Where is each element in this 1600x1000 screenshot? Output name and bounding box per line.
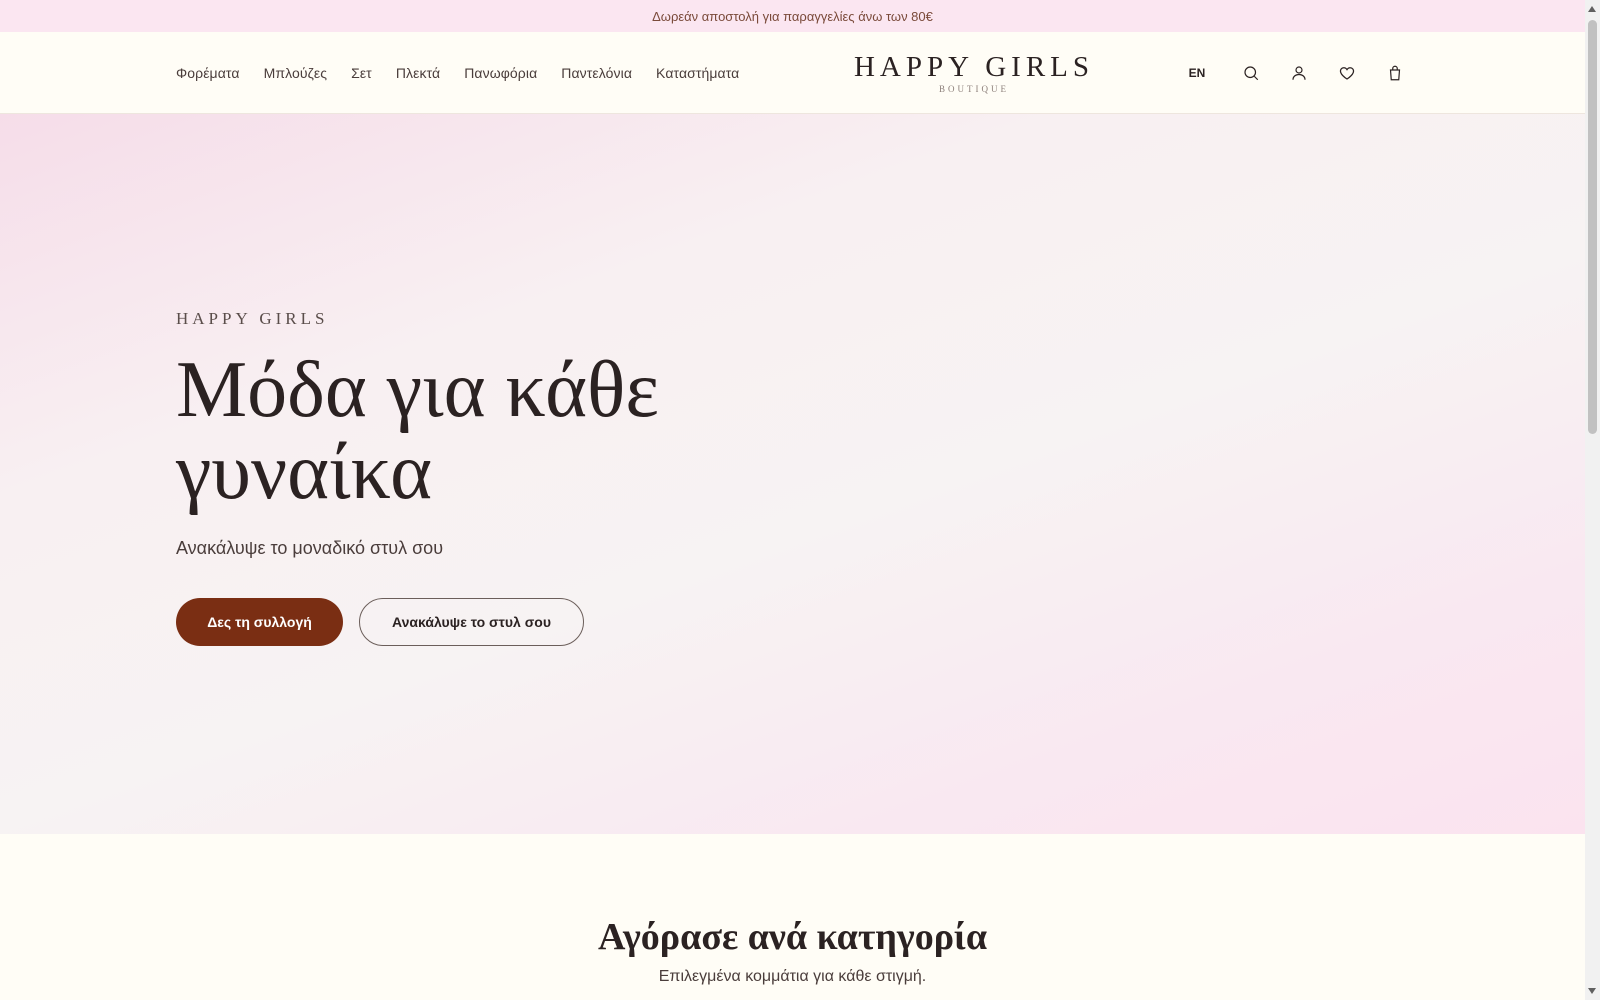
hero-title-line-2: γυναίκα [176, 428, 433, 516]
hero-subtitle: Ανακάλυψε το μοναδικό στυλ σου [176, 538, 444, 558]
announcement-bar: Δωρεάν αποστολή για παραγγελίες άνω των … [0, 0, 1585, 32]
logo-tagline: BOUTIQUE [939, 84, 1009, 94]
nav-item-stores[interactable]: Καταστήματα [656, 65, 739, 81]
hero-title: Μόδα για κάθε γυναίκα [176, 349, 876, 513]
categories-subtitle: Επιλεγμένα κομμάτια για κάθε στιγμή. [658, 968, 927, 985]
hero-title-line-1: Μόδα για κάθε [176, 346, 659, 434]
account-icon[interactable] [1288, 62, 1310, 84]
bag-icon[interactable] [1384, 62, 1406, 84]
view-collection-button[interactable]: Δες τη συλλογή [176, 598, 343, 646]
nav-item-blouses[interactable]: Μπλούζες [264, 65, 328, 81]
nav-item-dresses[interactable]: Φορέματα [176, 65, 240, 81]
nav-item-knits[interactable]: Πλεκτά [396, 65, 440, 81]
header-actions: EN [1180, 32, 1406, 114]
language-switch[interactable]: EN [1180, 66, 1214, 80]
scroll-up-arrow-icon[interactable] [1588, 6, 1596, 12]
nav-item-outerwear[interactable]: Πανωφόρια [464, 65, 537, 81]
heart-icon[interactable] [1336, 62, 1358, 84]
categories-title: Αγόρασε ανά κατηγορία [597, 916, 988, 958]
site-header: Φορέματα Μπλούζες Σετ Πλεκτά Πανωφόρια Π… [0, 32, 1585, 114]
announcement-text: Δωρεάν αποστολή για παραγγελίες άνω των … [652, 8, 933, 24]
nav-item-trousers[interactable]: Παντελόνια [561, 65, 632, 81]
nav-item-sets[interactable]: Σετ [351, 65, 372, 81]
logo-wordmark: HAPPY GIRLS [853, 51, 1095, 83]
site-logo[interactable]: HAPPY GIRLS BOUTIQUE [850, 52, 1098, 94]
scrollbar-thumb[interactable] [1588, 20, 1597, 434]
hero-section: HAPPY GIRLS Μόδα για κάθε γυναίκα Ανακάλ… [0, 114, 1585, 834]
discover-style-button[interactable]: Ανακάλυψε το στυλ σου [359, 598, 584, 646]
main-nav: Φορέματα Μπλούζες Σετ Πλεκτά Πανωφόρια Π… [176, 32, 763, 114]
search-icon[interactable] [1240, 62, 1262, 84]
hero-eyebrow: HAPPY GIRLS [176, 309, 329, 328]
page-scrollbar[interactable] [1585, 0, 1600, 1000]
scroll-down-arrow-icon[interactable] [1588, 988, 1596, 994]
